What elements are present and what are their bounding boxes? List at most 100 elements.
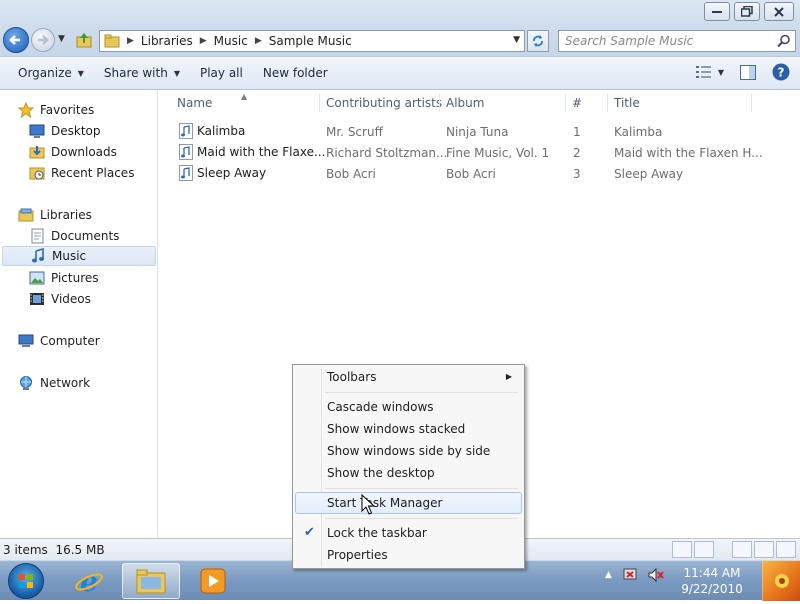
column-header-title[interactable]: Title — [614, 96, 640, 110]
search-icon[interactable] — [777, 34, 791, 48]
column-label: Contributing artists — [326, 96, 443, 110]
taskbar-windows-explorer[interactable] — [122, 563, 180, 599]
nav-label: Recent Places — [51, 166, 135, 180]
start-button[interactable] — [8, 563, 44, 599]
layout-button-3[interactable] — [776, 541, 796, 558]
nav-documents[interactable]: Documents — [29, 226, 119, 246]
nav-recent-places[interactable]: Recent Places — [29, 163, 134, 183]
system-clock[interactable]: 11:44 AM 9/22/2010 — [678, 565, 746, 597]
column-label: # — [572, 96, 583, 110]
minimize-button[interactable] — [704, 2, 730, 21]
show-desktop-button[interactable] — [762, 561, 800, 601]
menu-label: Show windows stacked — [327, 422, 466, 436]
nav-network[interactable]: Network — [18, 373, 90, 393]
search-box[interactable] — [558, 30, 796, 52]
menu-item-show-windows-stacked[interactable]: Show windows stacked — [295, 418, 522, 440]
recent-pages-dropdown[interactable]: ▼ — [58, 34, 65, 44]
address-bar[interactable]: ▶ Libraries ▶ Music ▶ Sample Music ▼ — [99, 30, 525, 52]
flower-thumbnail-icon — [775, 574, 789, 588]
menu-label: Show the desktop — [327, 466, 435, 480]
back-arrow-icon — [9, 35, 20, 45]
layout-button-1[interactable] — [732, 541, 752, 558]
nav-videos[interactable]: Videos — [29, 289, 91, 309]
table-row[interactable]: Kalimba — [179, 123, 245, 139]
menu-item-lock-the-taskbar[interactable]: ✔ Lock the taskbar — [295, 522, 522, 544]
address-dropdown[interactable]: ▼ — [513, 35, 520, 45]
nav-computer[interactable]: Computer — [18, 331, 100, 351]
file-number: 2 — [573, 146, 581, 160]
menu-label: Properties — [327, 548, 388, 562]
details-view-button[interactable] — [672, 541, 692, 558]
menu-separator — [325, 392, 518, 393]
table-row[interactable]: Maid with the Flaxe... — [179, 144, 325, 160]
column-divider[interactable] — [751, 94, 752, 112]
nav-label: Desktop — [51, 124, 101, 138]
nav-label: Computer — [40, 334, 100, 348]
action-center-flag-icon[interactable] — [622, 567, 638, 583]
back-button[interactable] — [3, 27, 29, 53]
nav-desktop[interactable]: Desktop — [29, 121, 101, 141]
share-with-button[interactable]: Share with ▼ — [94, 61, 190, 85]
menu-item-cascade-windows[interactable]: Cascade windows — [295, 396, 522, 418]
preview-pane-icon[interactable] — [740, 64, 756, 80]
menu-item-toolbars[interactable]: Toolbars ▶ — [295, 366, 522, 388]
column-header-album[interactable]: Album — [446, 96, 484, 110]
show-hidden-icons-icon[interactable]: ▲ — [605, 570, 612, 580]
help-icon[interactable]: ? — [772, 63, 790, 81]
thumbnail-view-button[interactable] — [694, 541, 714, 558]
play-all-button[interactable]: Play all — [190, 61, 253, 85]
nav-pictures[interactable]: Pictures — [29, 268, 99, 288]
nav-downloads[interactable]: Downloads — [29, 142, 117, 162]
breadcrumb-separator[interactable]: ▶ — [127, 36, 134, 46]
breadcrumb-sample-music[interactable]: Sample Music — [269, 34, 352, 48]
forward-button[interactable] — [31, 28, 55, 52]
nav-libraries[interactable]: Libraries — [18, 205, 92, 225]
breadcrumb-separator[interactable]: ▶ — [255, 36, 262, 46]
column-header-name[interactable]: ▲ Name — [177, 92, 247, 110]
up-folder-icon[interactable] — [75, 31, 93, 49]
menu-separator — [325, 488, 518, 489]
change-view-button[interactable]: ▼ — [695, 65, 724, 79]
search-input[interactable] — [565, 34, 765, 48]
menu-item-show-the-desktop[interactable]: Show the desktop — [295, 462, 522, 484]
column-divider[interactable] — [565, 94, 566, 112]
table-row[interactable]: Sleep Away — [179, 165, 266, 181]
taskbar-internet-explorer[interactable]: e — [60, 563, 118, 599]
maximize-button[interactable] — [734, 2, 760, 21]
menu-label: Cascade windows — [327, 400, 434, 414]
nav-label: Network — [40, 376, 91, 390]
column-label: Album — [446, 96, 485, 110]
organize-label: Organize — [18, 66, 72, 80]
nav-music[interactable]: Music — [2, 246, 156, 266]
navigation-pane: Favorites Desktop Downloads Recent Place… — [0, 90, 158, 538]
column-divider[interactable] — [439, 94, 440, 112]
chevron-down-icon: ▼ — [173, 68, 180, 78]
nav-favorites[interactable]: Favorites — [18, 100, 94, 120]
taskbar-context-menu: Toolbars ▶ Cascade windows Show windows … — [292, 364, 525, 569]
menu-label: Lock the taskbar — [327, 526, 427, 540]
details-view-icon — [695, 66, 711, 78]
column-header-number[interactable]: # — [572, 96, 582, 110]
layout-button-2[interactable] — [754, 541, 774, 558]
column-label: Title — [614, 96, 640, 110]
volume-muted-icon[interactable] — [648, 567, 664, 583]
taskbar-media-player[interactable] — [184, 563, 242, 599]
file-album: Ninja Tuna — [446, 125, 509, 139]
pictures-icon — [29, 271, 45, 285]
column-header-artists[interactable]: Contributing artists — [326, 96, 442, 110]
menu-item-properties[interactable]: Properties — [295, 544, 522, 566]
breadcrumb-music[interactable]: Music — [214, 34, 248, 48]
column-divider[interactable] — [607, 94, 608, 112]
new-folder-button[interactable]: New folder — [253, 61, 338, 85]
column-divider[interactable] — [319, 94, 320, 112]
close-button[interactable] — [764, 2, 794, 21]
menu-item-show-windows-side-by-side[interactable]: Show windows side by side — [295, 440, 522, 462]
notification-area: ▲ — [605, 567, 664, 583]
organize-button[interactable]: Organize ▼ — [8, 61, 94, 85]
refresh-button[interactable] — [527, 30, 549, 52]
breadcrumb-libraries[interactable]: Libraries — [141, 34, 193, 48]
caption-buttons — [704, 2, 794, 21]
breadcrumb-separator[interactable]: ▶ — [200, 36, 207, 46]
nav-label: Music — [52, 249, 87, 263]
menu-item-start-task-manager[interactable]: Start Task Manager — [295, 492, 522, 514]
